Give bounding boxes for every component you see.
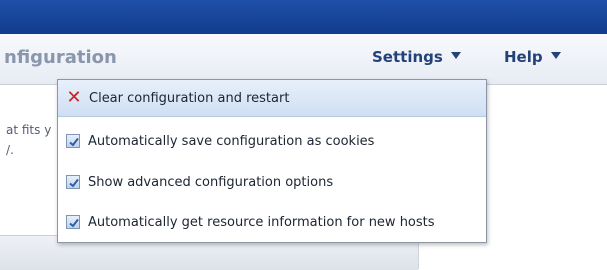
page-header: nfiguration Settings Help <box>0 34 607 85</box>
chevron-down-icon <box>450 52 461 59</box>
menu-item-label: Automatically save configuration as cook… <box>88 133 375 149</box>
chevron-down-icon <box>550 52 561 59</box>
help-menu-button[interactable]: Help <box>504 48 561 66</box>
checkbox-checked-icon[interactable] <box>66 175 80 189</box>
menu-item-label: Clear configuration and restart <box>89 90 290 106</box>
page-title: nfiguration <box>4 47 117 68</box>
settings-menu-label: Settings <box>372 48 443 66</box>
checkbox-checked-icon[interactable] <box>66 215 80 229</box>
show-advanced-options-menu-item[interactable]: Show advanced configuration options <box>58 164 486 200</box>
checkbox-checked-icon[interactable] <box>66 134 80 148</box>
auto-get-resource-info-menu-item[interactable]: Automatically get resource information f… <box>58 204 486 240</box>
auto-save-cookies-menu-item[interactable]: Automatically save configuration as cook… <box>58 123 486 159</box>
settings-menu-button[interactable]: Settings <box>372 48 461 66</box>
app-top-bar <box>0 0 607 34</box>
close-icon: ✕ <box>66 87 82 108</box>
menu-item-label: Show advanced configuration options <box>88 174 334 190</box>
settings-dropdown-menu: ✕ Clear configuration and restart Automa… <box>57 79 487 243</box>
help-menu-label: Help <box>504 48 543 66</box>
clear-configuration-menu-item[interactable]: ✕ Clear configuration and restart <box>58 80 486 117</box>
menu-item-label: Automatically get resource information f… <box>88 214 435 230</box>
